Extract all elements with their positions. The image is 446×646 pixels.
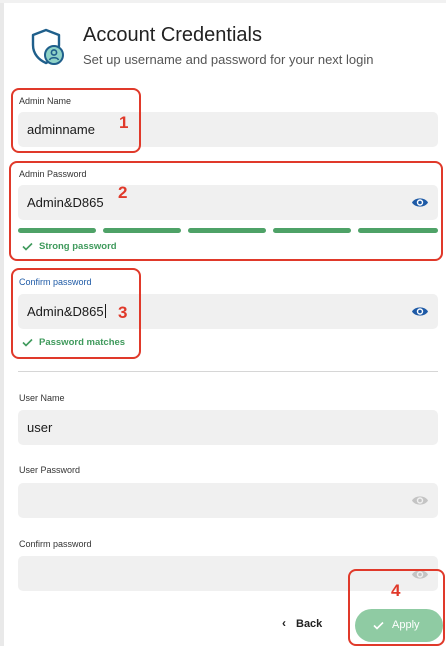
window-top-edge bbox=[0, 0, 446, 3]
annotation-number-3: 3 bbox=[118, 303, 128, 322]
annotation-number-1: 1 bbox=[119, 113, 129, 132]
user-name-field[interactable]: user bbox=[18, 410, 438, 445]
page-title: Account Credentials bbox=[83, 24, 262, 46]
annotation-number-2: 2 bbox=[118, 183, 128, 202]
page-header: Account Credentials Set up username and … bbox=[30, 24, 440, 74]
page-subtitle: Set up username and password for your ne… bbox=[83, 52, 374, 67]
window-left-edge bbox=[0, 0, 4, 646]
show-password-eye-icon[interactable] bbox=[411, 305, 429, 318]
user-confirm-label: Confirm password bbox=[19, 539, 92, 549]
shield-user-icon bbox=[31, 28, 64, 65]
user-name-value: user bbox=[27, 420, 53, 435]
user-password-label: User Password bbox=[19, 465, 81, 475]
annotation-box-2 bbox=[9, 161, 443, 261]
user-name-label: User Name bbox=[19, 393, 65, 403]
annotation-number-4: 4 bbox=[391, 581, 401, 600]
back-button-label: Back bbox=[296, 618, 323, 630]
show-password-eye-icon[interactable] bbox=[411, 494, 429, 507]
section-divider bbox=[18, 371, 438, 372]
chevron-left-icon: ‹ bbox=[282, 616, 286, 630]
back-button[interactable]: ‹ Back bbox=[282, 616, 322, 630]
user-password-field[interactable] bbox=[18, 483, 438, 518]
